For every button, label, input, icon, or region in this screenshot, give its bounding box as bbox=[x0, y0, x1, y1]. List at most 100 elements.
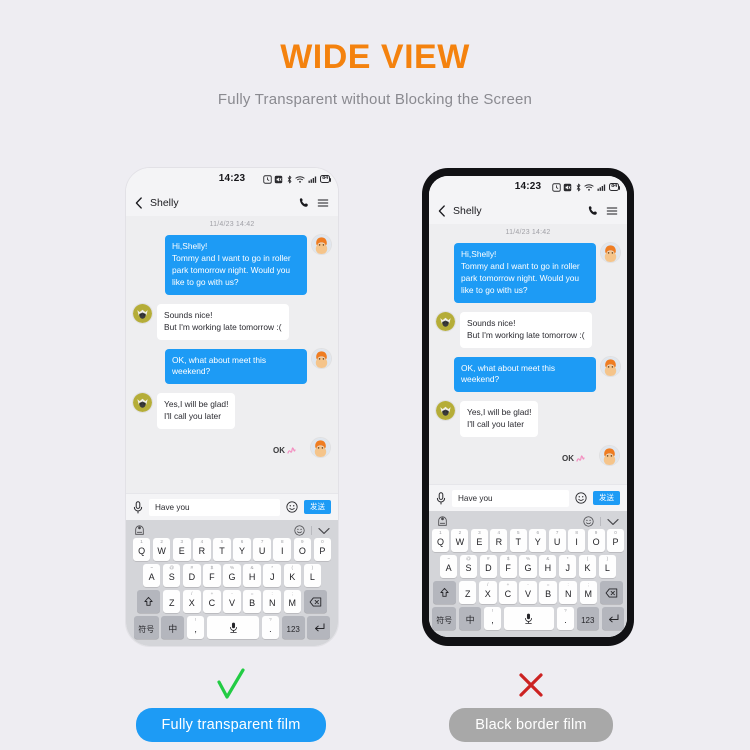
key-d[interactable]: # D bbox=[479, 555, 497, 578]
smiley-icon[interactable] bbox=[286, 501, 298, 513]
key-o[interactable]: 9O bbox=[293, 538, 312, 561]
sticker-face-icon[interactable] bbox=[437, 516, 448, 527]
key-e[interactable]: 3E bbox=[173, 538, 191, 561]
send-button[interactable]: 发送 bbox=[593, 490, 620, 506]
key-u[interactable]: 7U bbox=[253, 538, 271, 561]
language-toggle-key[interactable]: 中 bbox=[458, 607, 482, 630]
phone-icon[interactable] bbox=[298, 197, 310, 209]
enter-key[interactable] bbox=[307, 616, 331, 639]
shift-key[interactable] bbox=[137, 590, 161, 613]
key-g[interactable]: % G bbox=[223, 564, 241, 587]
key-y[interactable]: 6Y bbox=[529, 529, 547, 552]
key-label: K bbox=[584, 563, 591, 573]
key-x[interactable]: / X bbox=[479, 581, 497, 604]
smiley-icon[interactable] bbox=[294, 525, 305, 536]
shift-key[interactable] bbox=[433, 581, 457, 604]
key-n[interactable]: :N bbox=[559, 581, 577, 604]
key-o[interactable]: 9O bbox=[587, 529, 605, 552]
microphone-icon[interactable] bbox=[436, 491, 446, 505]
chevron-down-icon[interactable] bbox=[318, 527, 330, 535]
key-s[interactable]: @ S bbox=[162, 564, 181, 587]
key-period[interactable]: ?. bbox=[556, 607, 574, 630]
space-key[interactable] bbox=[503, 607, 555, 630]
key-d[interactable]: # D bbox=[183, 564, 201, 587]
smiley-icon[interactable] bbox=[575, 492, 587, 504]
key-v[interactable]: -V bbox=[223, 590, 241, 613]
message-bubble-incoming: Yes,I will be glad! I'll call you later bbox=[460, 401, 539, 438]
key-t[interactable]: 5T bbox=[213, 538, 231, 561]
key-c[interactable]: + C bbox=[499, 581, 517, 604]
key-h[interactable]: & H bbox=[243, 564, 261, 587]
key-q[interactable]: 1Q bbox=[132, 538, 151, 561]
avatar-self bbox=[600, 446, 619, 466]
key-j[interactable]: * J bbox=[559, 555, 577, 578]
backspace-key[interactable] bbox=[599, 581, 623, 604]
key-comma[interactable]: !, bbox=[186, 616, 205, 639]
send-button[interactable]: 发送 bbox=[304, 499, 331, 515]
key-a[interactable]: ~ A bbox=[142, 564, 161, 587]
key-k[interactable]: (K bbox=[283, 564, 302, 587]
phone-icon[interactable] bbox=[587, 205, 599, 217]
key-u[interactable]: 7U bbox=[548, 529, 566, 552]
numbers-key[interactable]: 123 bbox=[576, 607, 599, 630]
key-y[interactable]: 6Y bbox=[233, 538, 251, 561]
key-j[interactable]: * J bbox=[263, 564, 281, 587]
message-input[interactable]: Have you bbox=[149, 498, 280, 516]
key-p[interactable]: 0P bbox=[313, 538, 332, 561]
chevron-left-icon[interactable] bbox=[135, 197, 143, 209]
chevron-left-icon[interactable] bbox=[438, 205, 446, 217]
key-superscript: ! bbox=[491, 607, 494, 613]
chevron-down-icon[interactable] bbox=[607, 518, 619, 526]
key-h[interactable]: & H bbox=[539, 555, 557, 578]
key-s[interactable]: @ S bbox=[459, 555, 478, 578]
hamburger-menu-icon[interactable] bbox=[317, 197, 329, 209]
message-row: Sounds nice! But I'm working late tomorr… bbox=[436, 311, 620, 348]
key-i[interactable]: 8I bbox=[273, 538, 291, 561]
key-i[interactable]: 8I bbox=[568, 529, 586, 552]
key-label: W bbox=[455, 537, 465, 547]
key-z[interactable]: Z bbox=[458, 581, 477, 604]
key-f[interactable]: $ F bbox=[203, 564, 221, 587]
key-b[interactable]: = B bbox=[539, 581, 557, 604]
message-input[interactable]: Have you bbox=[452, 489, 569, 507]
enter-key[interactable] bbox=[601, 607, 625, 630]
key-m[interactable]: ; M bbox=[283, 590, 302, 613]
language-toggle-key[interactable]: 中 bbox=[161, 616, 185, 639]
key-x[interactable]: / X bbox=[183, 590, 201, 613]
smiley-icon[interactable] bbox=[583, 516, 594, 527]
key-k[interactable]: (K bbox=[578, 555, 597, 578]
key-b[interactable]: = B bbox=[243, 590, 261, 613]
key-g[interactable]: % G bbox=[519, 555, 537, 578]
key-q[interactable]: 1Q bbox=[432, 529, 449, 552]
backspace-key[interactable] bbox=[303, 590, 327, 613]
key-a[interactable]: ~ A bbox=[440, 555, 458, 578]
symbols-key[interactable]: 符号 bbox=[133, 616, 159, 639]
key-superscript: 6 bbox=[536, 529, 539, 535]
key-w[interactable]: 2W bbox=[451, 529, 469, 552]
key-f[interactable]: $ F bbox=[499, 555, 517, 578]
numbers-key[interactable]: 123 bbox=[281, 616, 305, 639]
key-e[interactable]: 3E bbox=[470, 529, 488, 552]
microphone-icon[interactable] bbox=[133, 500, 143, 514]
battery-level: 84 bbox=[322, 175, 328, 182]
key-c[interactable]: + C bbox=[203, 590, 221, 613]
key-w[interactable]: 2W bbox=[152, 538, 171, 561]
key-period[interactable]: ?. bbox=[261, 616, 280, 639]
key-v[interactable]: -V bbox=[519, 581, 537, 604]
symbols-key[interactable]: 符号 bbox=[432, 607, 457, 630]
key-n[interactable]: :N bbox=[263, 590, 281, 613]
shift-arrow-icon bbox=[440, 587, 449, 597]
key-r[interactable]: 4R bbox=[490, 529, 508, 552]
space-key[interactable] bbox=[207, 616, 259, 639]
key-t[interactable]: 5T bbox=[509, 529, 527, 552]
key-z[interactable]: Z bbox=[162, 590, 181, 613]
hamburger-menu-icon[interactable] bbox=[606, 205, 618, 217]
key-l[interactable]: ) L bbox=[598, 555, 616, 578]
sticker-face-icon[interactable] bbox=[134, 525, 145, 536]
key-m[interactable]: ; M bbox=[579, 581, 598, 604]
key-superscript: 1 bbox=[140, 538, 143, 544]
key-r[interactable]: 4R bbox=[193, 538, 211, 561]
key-l[interactable]: ) L bbox=[303, 564, 322, 587]
key-p[interactable]: 0P bbox=[607, 529, 624, 552]
key-comma[interactable]: !, bbox=[483, 607, 502, 630]
